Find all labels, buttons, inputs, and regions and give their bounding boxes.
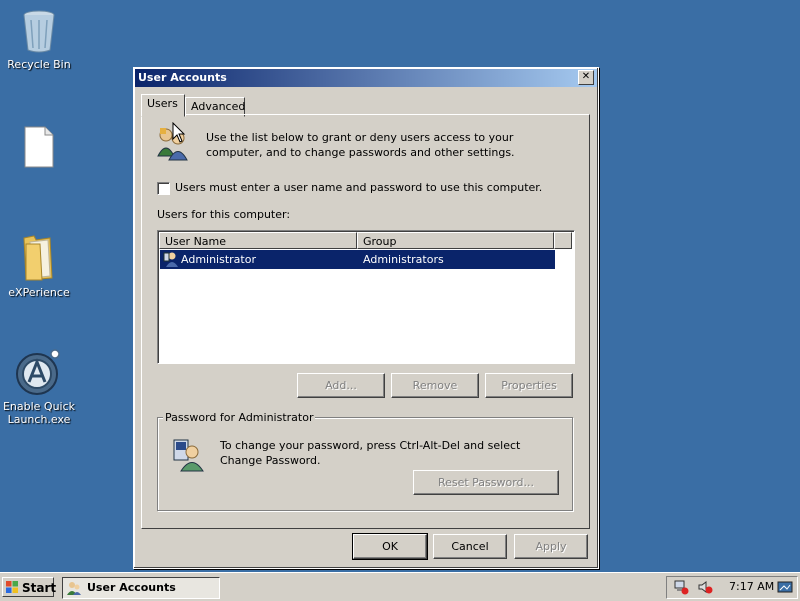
reset-password-button[interactable]: Reset Password... <box>413 470 559 495</box>
taskbar-item-user-accounts[interactable]: User Accounts <box>62 577 220 599</box>
recycle-bin-icon <box>23 10 55 53</box>
clock[interactable]: 7:17 AM <box>729 580 774 593</box>
close-button[interactable]: ✕ <box>578 70 594 85</box>
column-header-user-name[interactable]: User Name <box>159 232 357 249</box>
users-icon <box>67 582 81 595</box>
table-row[interactable]: Administrator Administrators <box>160 250 555 269</box>
column-header-label: Group <box>363 235 397 248</box>
desktop-icon-label: Enable Quick Launch.exe <box>2 400 76 426</box>
network-icon[interactable] <box>673 579 689 595</box>
system-tray: 7:17 AM <box>666 576 798 599</box>
tab-users[interactable]: Users <box>141 94 185 117</box>
desktop-icon-recycle-bin[interactable]: Recycle Bin <box>1 8 77 71</box>
desktop-icon-document[interactable] <box>1 126 77 172</box>
tab-users-label: Users <box>147 97 178 110</box>
desktop-icon-label: Recycle Bin <box>7 58 71 71</box>
password-group-title: Password for Administrator <box>163 411 316 424</box>
close-icon: ✕ <box>581 71 591 82</box>
show-desktop-icon[interactable] <box>777 579 793 595</box>
start-button[interactable]: Start <box>2 577 57 597</box>
title-bar[interactable]: User Accounts ✕ <box>135 69 597 87</box>
row-user-name: Administrator <box>181 253 256 266</box>
cancel-button[interactable]: Cancel <box>433 534 507 559</box>
column-header-group[interactable]: Group <box>357 232 554 249</box>
user-icon <box>163 252 178 267</box>
folder-icon <box>23 235 53 281</box>
intro-text: Use the list below to grant or deny user… <box>206 131 515 159</box>
users-list-label: Users for this computer: <box>157 208 291 221</box>
password-info-text: To change your password, press Ctrl-Alt-… <box>220 439 521 467</box>
remove-button[interactable]: Remove <box>391 373 479 398</box>
user-account-icon <box>173 439 204 472</box>
ok-button[interactable]: OK <box>352 533 428 560</box>
desktop-icon-label: eXPerience <box>8 286 70 299</box>
require-password-label: Users must enter a user name and passwor… <box>175 181 543 194</box>
require-password-checkbox[interactable] <box>157 182 170 195</box>
taskbar: Start User Accounts 7:17 AM <box>0 572 800 601</box>
dialog-title: User Accounts <box>138 71 227 84</box>
document-icon <box>24 126 54 168</box>
properties-button[interactable]: Properties <box>485 373 573 398</box>
app-icon <box>16 349 60 395</box>
users-listview[interactable]: User Name Group Administrator Administra… <box>157 230 575 364</box>
column-header-filler <box>554 232 572 249</box>
row-group: Administrators <box>363 253 444 266</box>
desktop-icon-experience[interactable]: eXPerience <box>1 234 77 299</box>
start-label: Start <box>22 581 57 595</box>
tab-advanced-label: Advanced <box>191 100 246 113</box>
volume-muted-icon[interactable] <box>697 579 713 595</box>
windows-logo-icon <box>6 581 18 593</box>
mouse-cursor-icon <box>172 122 186 143</box>
taskbar-item-label: User Accounts <box>87 581 176 594</box>
desktop-icon-quick-launch[interactable]: Enable Quick Launch.exe <box>1 348 77 426</box>
add-button[interactable]: Add... <box>297 373 385 398</box>
apply-button[interactable]: Apply <box>514 534 588 559</box>
column-header-label: User Name <box>165 235 227 248</box>
